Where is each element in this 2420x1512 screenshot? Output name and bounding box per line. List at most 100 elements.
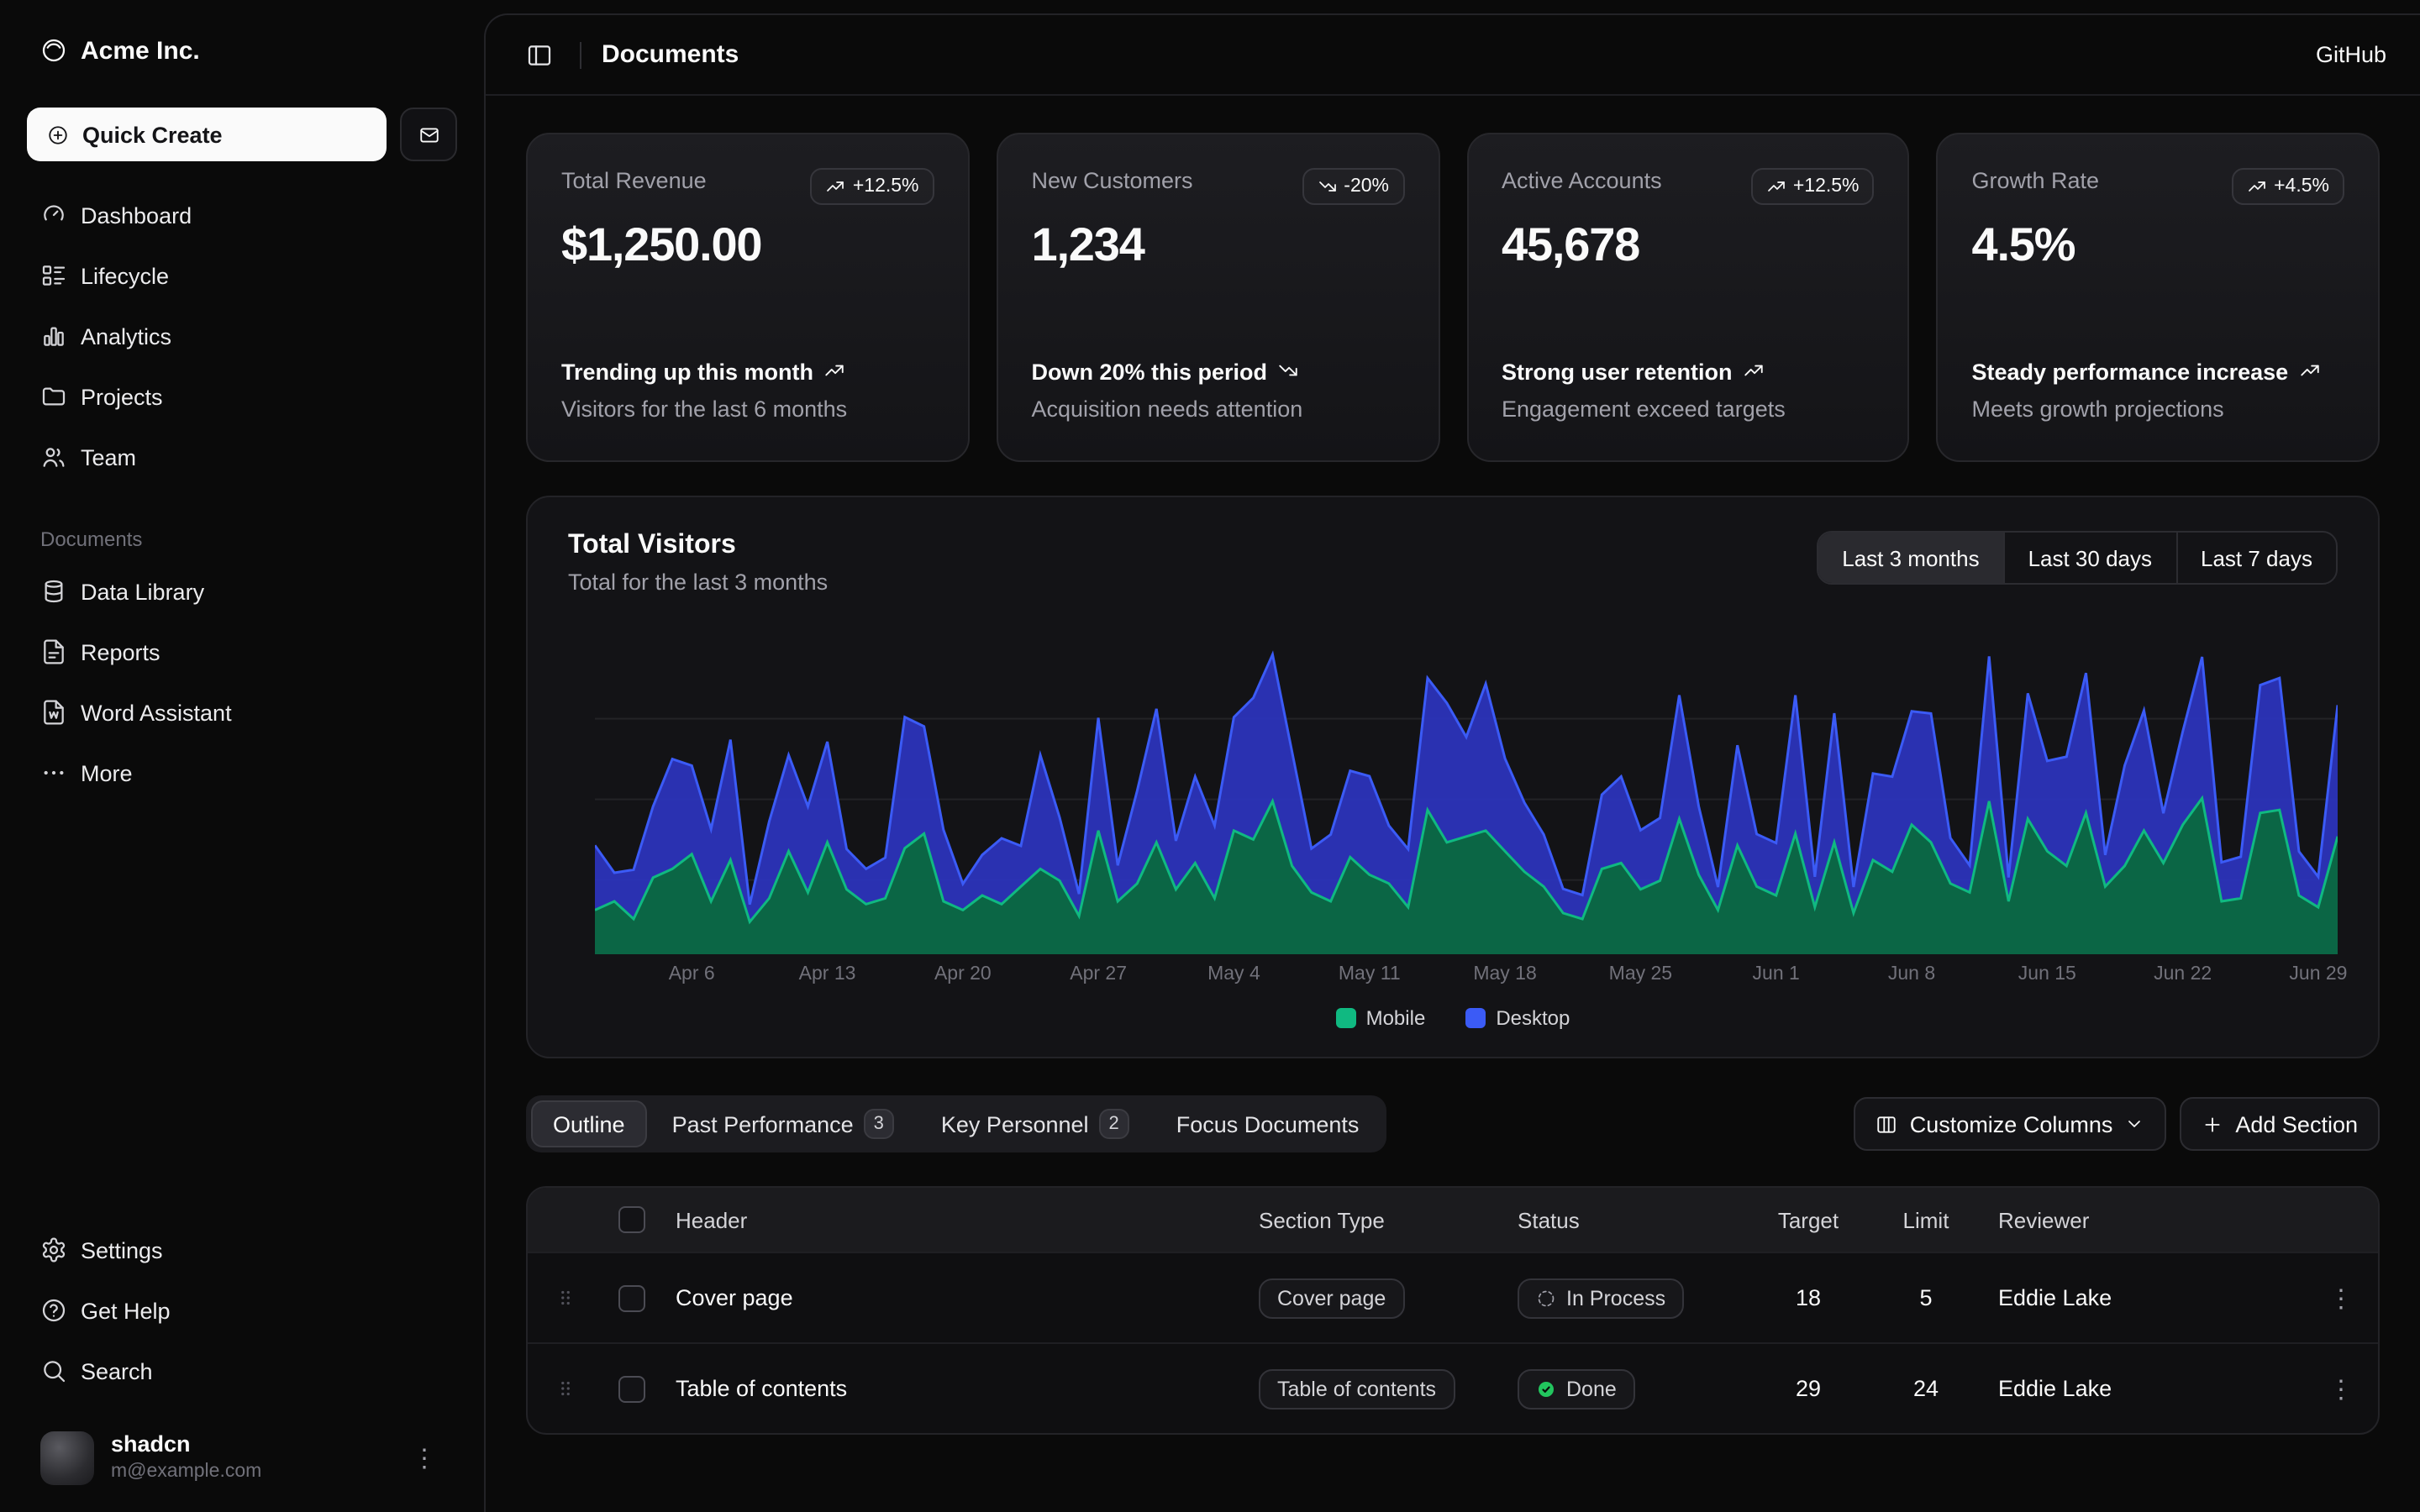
row-menu-dots-icon[interactable]: ⋮ [2328, 1283, 2354, 1313]
stat-cards: Total Revenue +12.5% $1,250.00 Trending … [526, 133, 2380, 462]
sidebar-item-projects[interactable]: Projects [27, 370, 457, 423]
status-badge: In Process [1518, 1278, 1684, 1318]
nav-label: Word Assistant [81, 700, 232, 725]
select-all-checkbox[interactable] [618, 1206, 645, 1233]
reviewer-value[interactable]: Eddie Lake [1985, 1376, 2304, 1401]
panel-left-icon [526, 41, 553, 68]
range-last-3-months[interactable]: Last 3 months [1818, 533, 2002, 583]
sidebar-item-lifecycle[interactable]: Lifecycle [27, 249, 457, 302]
stat-card-new-customers: New Customers -20% 1,234 Down 20% this p… [997, 133, 1440, 462]
nav-label: Get Help [81, 1298, 171, 1323]
database-icon [40, 578, 67, 605]
sidebar-item-dashboard[interactable]: Dashboard [27, 188, 457, 242]
company-name: Acme Inc. [81, 36, 200, 65]
x-axis-tick: May 4 [1207, 964, 1260, 984]
company-brand[interactable]: Acme Inc. [27, 20, 457, 81]
sidebar-footer-nav: Settings Get Help Search [27, 1223, 457, 1398]
view-tabs: Outline Past Performance 3 Key Personnel… [526, 1095, 1386, 1152]
chevron-down-icon [2124, 1114, 2144, 1134]
sidebar-toggle-button[interactable] [519, 34, 560, 75]
inbox-button[interactable] [400, 108, 457, 161]
x-axis-tick: May 25 [1609, 964, 1672, 984]
row-header-link[interactable]: Table of contents [662, 1376, 1245, 1401]
row-checkbox[interactable] [618, 1284, 645, 1311]
x-axis-tick: Jun 8 [1888, 964, 1935, 984]
nav-label: Data Library [81, 579, 204, 604]
tab-past-performance[interactable]: Past Performance 3 [650, 1100, 916, 1147]
main-nav: Dashboard Lifecycle Analytics Projects T… [27, 188, 457, 484]
sidebar-item-word-assistant[interactable]: Word Assistant [27, 685, 457, 739]
sidebar-item-get-help[interactable]: Get Help [27, 1284, 457, 1337]
users-icon [40, 444, 67, 470]
limit-value[interactable]: 5 [1867, 1285, 1985, 1310]
tab-outline[interactable]: Outline [531, 1100, 647, 1147]
tab-focus-documents[interactable]: Focus Documents [1155, 1100, 1381, 1147]
plus-icon [2202, 1113, 2223, 1135]
col-header: Header [662, 1207, 1245, 1232]
company-logo-icon [40, 37, 67, 64]
customize-columns-button[interactable]: Customize Columns [1854, 1097, 2167, 1151]
user-menu-row[interactable]: shadcn m@example.com ⋮ [27, 1421, 457, 1495]
x-axis: Apr 6Apr 13Apr 20Apr 27May 4May 11May 18… [595, 964, 2338, 990]
nav-label: Settings [81, 1237, 163, 1263]
x-axis-tick: Jun 22 [2154, 964, 2212, 984]
reviewer-value[interactable]: Eddie Lake [1985, 1285, 2304, 1310]
target-value[interactable]: 29 [1749, 1376, 1867, 1401]
user-email: m@example.com [111, 1461, 261, 1485]
trending-up-icon [1766, 176, 1786, 197]
help-circle-icon [40, 1297, 67, 1324]
stat-trend-line: Strong user retention [1502, 355, 1875, 388]
col-section-type: Section Type [1245, 1207, 1504, 1232]
sections-table: Header Section Type Status Target Limit … [526, 1186, 2380, 1435]
x-axis-tick: Apr 13 [799, 964, 856, 984]
range-last-30-days[interactable]: Last 30 days [2003, 533, 2175, 583]
col-target: Target [1749, 1207, 1867, 1232]
x-axis-tick: Apr 20 [934, 964, 992, 984]
tab-count-badge: 3 [864, 1109, 894, 1139]
quick-create-row: Quick Create [27, 108, 457, 161]
visitors-area-chart [595, 632, 2338, 954]
range-last-7-days[interactable]: Last 7 days [2175, 533, 2336, 583]
github-link[interactable]: GitHub [2316, 42, 2386, 67]
row-checkbox[interactable] [618, 1375, 645, 1402]
x-axis-tick: Apr 6 [669, 964, 715, 984]
mail-icon [418, 123, 439, 145]
legend-swatch [1336, 1008, 1356, 1028]
sidebar-item-settings[interactable]: Settings [27, 1223, 457, 1277]
nav-label: More [81, 760, 133, 785]
sidebar-item-analytics[interactable]: Analytics [27, 309, 457, 363]
col-limit: Limit [1867, 1207, 1985, 1232]
user-menu-dots-icon[interactable]: ⋮ [405, 1440, 444, 1477]
trend-badge: +12.5% [811, 168, 934, 205]
tab-key-personnel[interactable]: Key Personnel 2 [919, 1100, 1151, 1147]
trending-up-icon [1743, 359, 1765, 381]
target-value[interactable]: 18 [1749, 1285, 1867, 1310]
sidebar-item-search[interactable]: Search [27, 1344, 457, 1398]
x-axis-tick: May 18 [1473, 964, 1536, 984]
quick-create-button[interactable]: Quick Create [27, 108, 387, 161]
stat-card-active-accounts: Active Accounts +12.5% 45,678 Strong use… [1466, 133, 1910, 462]
limit-value[interactable]: 24 [1867, 1376, 1985, 1401]
stat-value: 1,234 [1032, 218, 1405, 272]
row-menu-dots-icon[interactable]: ⋮ [2328, 1373, 2354, 1404]
drag-handle-icon[interactable] [554, 1287, 576, 1309]
range-toggle-group: Last 3 months Last 30 days Last 7 days [1817, 531, 2338, 585]
sidebar-item-data-library[interactable]: Data Library [27, 564, 457, 618]
drag-handle-icon[interactable] [554, 1378, 576, 1399]
total-visitors-card: Total Visitors Total for the last 3 mont… [526, 496, 2380, 1058]
avatar [40, 1431, 94, 1485]
row-header-link[interactable]: Cover page [662, 1285, 1245, 1310]
header-divider [580, 41, 581, 68]
sidebar-item-team[interactable]: Team [27, 430, 457, 484]
x-axis-tick: Jun 15 [2018, 964, 2076, 984]
legend-item-desktop: Desktop [1465, 1006, 1570, 1030]
sidebar-item-reports[interactable]: Reports [27, 625, 457, 679]
file-word-icon [40, 699, 67, 726]
table-header-row: Header Section Type Status Target Limit … [528, 1188, 2378, 1252]
stat-trend-line: Steady performance increase [1972, 355, 2345, 388]
loader-icon [1536, 1288, 1556, 1308]
sidebar-item-more[interactable]: More [27, 746, 457, 800]
add-section-button[interactable]: Add Section [2180, 1097, 2380, 1151]
stat-caption: Engagement exceed targets [1502, 395, 1875, 427]
dashboard-icon [40, 202, 67, 228]
